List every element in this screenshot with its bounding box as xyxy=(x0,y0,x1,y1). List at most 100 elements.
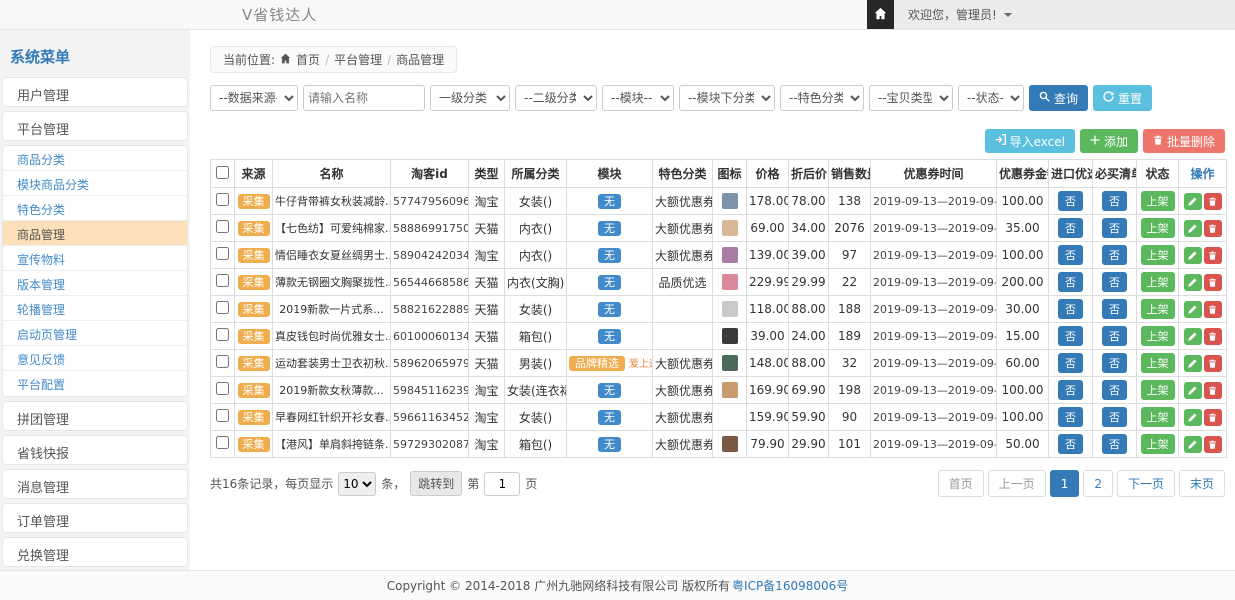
sidebar-item-platform-management[interactable]: 平台管理 xyxy=(2,111,188,141)
edit-button[interactable] xyxy=(1184,247,1202,264)
row-checkbox[interactable] xyxy=(216,274,229,287)
must-buy-toggle[interactable]: 否 xyxy=(1102,407,1127,427)
item-type-select[interactable]: --宝贝类型-- xyxy=(869,85,953,111)
must-buy-toggle[interactable]: 否 xyxy=(1102,191,1127,211)
module-select[interactable]: --模块-- xyxy=(602,85,674,111)
delete-button[interactable] xyxy=(1204,409,1222,426)
row-checkbox[interactable] xyxy=(216,409,229,422)
status-toggle[interactable]: 上架 xyxy=(1141,218,1175,238)
sidebar-item-group-buy-management[interactable]: 拼团管理 xyxy=(2,401,188,431)
import-select-toggle[interactable]: 否 xyxy=(1058,326,1083,346)
import-select-toggle[interactable]: 否 xyxy=(1058,272,1083,292)
status-toggle[interactable]: 上架 xyxy=(1141,245,1175,265)
sidebar-item-user-management[interactable]: 用户管理 xyxy=(2,77,188,107)
must-buy-toggle[interactable]: 否 xyxy=(1102,434,1127,454)
home-button[interactable] xyxy=(867,0,894,29)
import-select-toggle[interactable]: 否 xyxy=(1058,380,1083,400)
status-toggle[interactable]: 上架 xyxy=(1141,272,1175,292)
status-toggle[interactable]: 上架 xyxy=(1141,326,1175,346)
must-buy-toggle[interactable]: 否 xyxy=(1102,353,1127,373)
row-checkbox[interactable] xyxy=(216,436,229,449)
row-checkbox[interactable] xyxy=(216,247,229,260)
must-buy-toggle[interactable]: 否 xyxy=(1102,218,1127,238)
edit-button[interactable] xyxy=(1184,328,1202,345)
pagination-page-1[interactable]: 1 xyxy=(1050,470,1080,497)
reset-button[interactable]: 重置 xyxy=(1093,85,1152,111)
pagination-last-button[interactable]: 末页 xyxy=(1179,470,1225,497)
sidebar-item-exchange-management[interactable]: 兑换管理 xyxy=(2,537,188,567)
icp-link[interactable]: 粤ICP备16098006号 xyxy=(732,577,848,594)
data-source-select[interactable]: --数据来源-- xyxy=(210,85,298,111)
jump-button[interactable]: 跳转到 xyxy=(410,471,462,496)
delete-button[interactable] xyxy=(1204,382,1222,399)
batch-delete-button[interactable]: 批量删除 xyxy=(1143,129,1225,153)
import-select-toggle[interactable]: 否 xyxy=(1058,191,1083,211)
delete-button[interactable] xyxy=(1204,301,1222,318)
sidebar-item-message-management[interactable]: 消息管理 xyxy=(2,469,188,499)
sidebar-item-product-category[interactable]: 商品分类 xyxy=(3,146,187,171)
sidebar-item-platform-config[interactable]: 平台配置 xyxy=(3,371,187,396)
delete-button[interactable] xyxy=(1204,247,1222,264)
pagination-first-button[interactable]: 首页 xyxy=(938,470,984,497)
user-menu[interactable]: 欢迎您，管理员! xyxy=(894,0,1235,29)
row-checkbox[interactable] xyxy=(216,328,229,341)
status-toggle[interactable]: 上架 xyxy=(1141,353,1175,373)
delete-button[interactable] xyxy=(1204,328,1222,345)
must-buy-toggle[interactable]: 否 xyxy=(1102,380,1127,400)
edit-button[interactable] xyxy=(1184,382,1202,399)
delete-button[interactable] xyxy=(1204,274,1222,291)
pagination-prev-button[interactable]: 上一页 xyxy=(988,470,1046,497)
edit-button[interactable] xyxy=(1184,436,1202,453)
sidebar-item-order-management[interactable]: 订单管理 xyxy=(2,503,188,533)
sidebar-item-saving-news[interactable]: 省钱快报 xyxy=(2,435,188,465)
row-checkbox[interactable] xyxy=(216,220,229,233)
must-buy-toggle[interactable]: 否 xyxy=(1102,326,1127,346)
row-checkbox[interactable] xyxy=(216,301,229,314)
pagination-page-2[interactable]: 2 xyxy=(1083,470,1113,497)
edit-button[interactable] xyxy=(1184,301,1202,318)
sidebar-item-promo-material[interactable]: 宣传物料 xyxy=(3,246,187,271)
sidebar-item-version-management[interactable]: 版本管理 xyxy=(3,271,187,296)
delete-button[interactable] xyxy=(1204,193,1222,210)
sidebar-item-product-management[interactable]: 商品管理 xyxy=(3,221,187,246)
status-toggle[interactable]: 上架 xyxy=(1141,434,1175,454)
sidebar-item-feature-category[interactable]: 特色分类 xyxy=(3,196,187,221)
delete-button[interactable] xyxy=(1204,355,1222,372)
edit-button[interactable] xyxy=(1184,409,1202,426)
edit-button[interactable] xyxy=(1184,274,1202,291)
name-search-input[interactable] xyxy=(303,85,425,111)
import-select-toggle[interactable]: 否 xyxy=(1058,434,1083,454)
sidebar-item-feedback[interactable]: 意见反馈 xyxy=(3,346,187,371)
delete-button[interactable] xyxy=(1204,220,1222,237)
must-buy-toggle[interactable]: 否 xyxy=(1102,245,1127,265)
select-all-checkbox[interactable] xyxy=(216,166,229,179)
pagination-next-button[interactable]: 下一页 xyxy=(1117,470,1175,497)
page-size-select[interactable]: 10 xyxy=(338,472,376,496)
edit-button[interactable] xyxy=(1184,355,1202,372)
import-select-toggle[interactable]: 否 xyxy=(1058,218,1083,238)
sidebar-item-splash-management[interactable]: 启动页管理 xyxy=(3,321,187,346)
sidebar-item-module-product-category[interactable]: 模块商品分类 xyxy=(3,171,187,196)
import-excel-button[interactable]: 导入excel xyxy=(985,129,1075,153)
delete-button[interactable] xyxy=(1204,436,1222,453)
status-toggle[interactable]: 上架 xyxy=(1141,299,1175,319)
must-buy-toggle[interactable]: 否 xyxy=(1102,272,1127,292)
add-button[interactable]: 添加 xyxy=(1080,129,1138,153)
status-select[interactable]: --状态-- xyxy=(958,85,1024,111)
must-buy-toggle[interactable]: 否 xyxy=(1102,299,1127,319)
row-checkbox[interactable] xyxy=(216,355,229,368)
edit-button[interactable] xyxy=(1184,193,1202,210)
status-toggle[interactable]: 上架 xyxy=(1141,380,1175,400)
row-checkbox[interactable] xyxy=(216,382,229,395)
import-select-toggle[interactable]: 否 xyxy=(1058,407,1083,427)
import-select-toggle[interactable]: 否 xyxy=(1058,245,1083,265)
level1-category-select[interactable]: 一级分类 xyxy=(430,85,510,111)
search-button[interactable]: 查询 xyxy=(1029,85,1088,111)
jump-page-input[interactable] xyxy=(484,472,520,496)
breadcrumb-home-link[interactable]: 首页 xyxy=(296,51,320,68)
feature-category-select[interactable]: --特色分类-- xyxy=(780,85,864,111)
import-select-toggle[interactable]: 否 xyxy=(1058,299,1083,319)
import-select-toggle[interactable]: 否 xyxy=(1058,353,1083,373)
level2-category-select[interactable]: --二级分类-- xyxy=(515,85,597,111)
module-sub-select[interactable]: --模块下分类-- xyxy=(679,85,775,111)
